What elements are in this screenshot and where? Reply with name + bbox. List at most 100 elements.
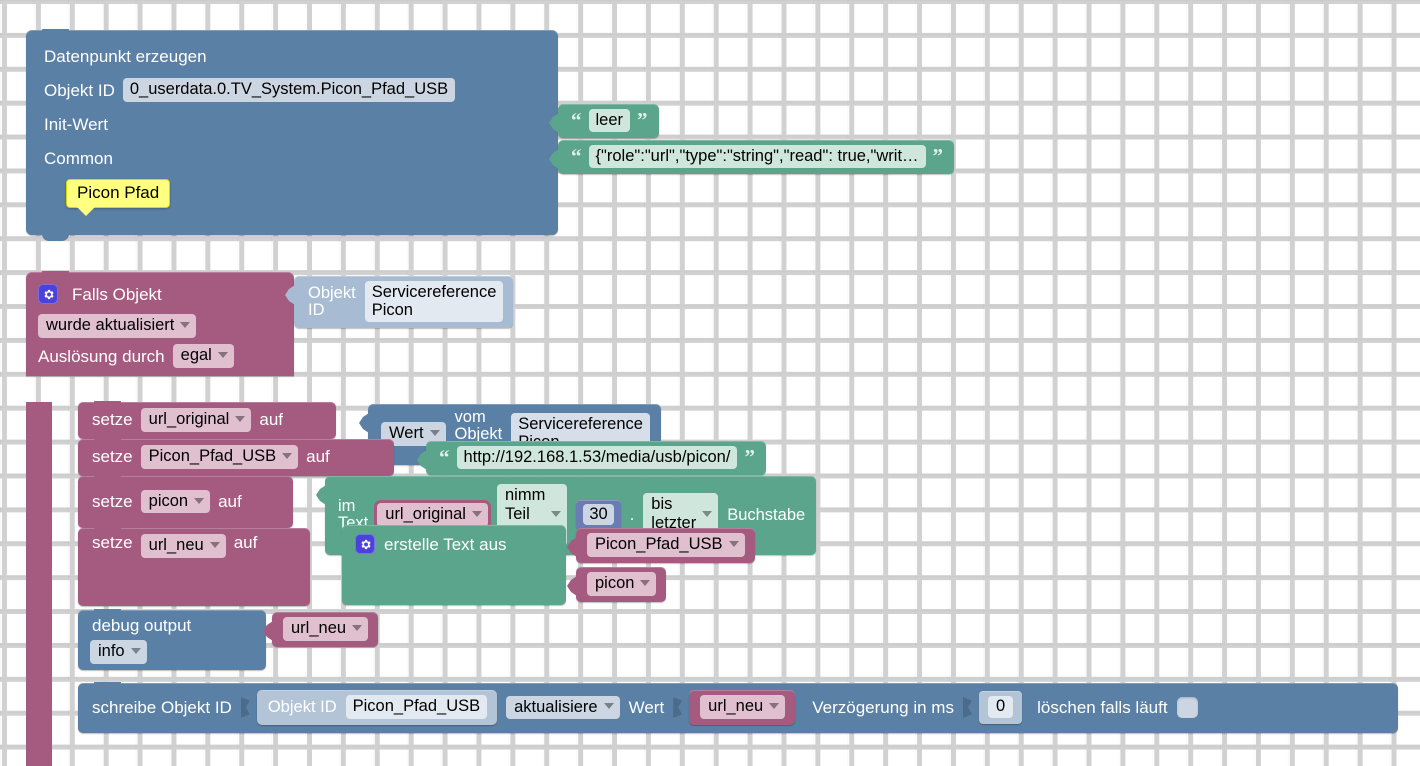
objekt-id-field[interactable]: Servicereference Picon (364, 281, 504, 323)
block-body[interactable]: url_neu (272, 612, 379, 647)
block-number[interactable]: 30 (576, 499, 621, 531)
statement-setze-picon-pfad-usb[interactable]: setze Picon_Pfad_USB auf “ http://192.16… (78, 438, 766, 476)
block-body[interactable]: “ leer ” (558, 104, 659, 139)
block-number-delay[interactable]: 0 (978, 691, 1023, 724)
statement-debug-output[interactable]: debug output info url_neu (78, 609, 379, 670)
chevron-down-icon (702, 510, 713, 517)
blockly-workspace[interactable]: Datenpunkt erzeugen Objekt ID 0_userdata… (0, 0, 1420, 766)
delay-label: Verzögerung in ms (812, 697, 954, 717)
severity-dropdown[interactable]: info (90, 640, 147, 664)
block-text-join[interactable]: erstelle Text aus Picon_Pfad_USB picon (342, 525, 755, 605)
row-title[interactable]: Falls Objekt (26, 272, 294, 308)
separator-label: . (629, 505, 635, 524)
variable-dropdown[interactable]: Picon_Pfad_USB (140, 445, 299, 469)
statement-setze-picon[interactable]: setze picon auf im Text url_original nim… (78, 475, 817, 555)
value-socket (962, 696, 972, 718)
common-label: Common (44, 148, 113, 168)
row-cause[interactable]: Auslösung durch egal (26, 342, 294, 376)
block-body[interactable]: setze Picon_Pfad_USB auf (78, 438, 394, 476)
objekt-id-field[interactable]: 0_userdata.0.TV_System.Picon_Pfad_USB (122, 78, 456, 102)
row-title: Datenpunkt erzeugen (26, 39, 558, 73)
row-severity[interactable]: info (78, 634, 266, 664)
statement-schreibe-objekt-id[interactable]: schreibe Objekt ID Objekt ID Picon_Pfad_… (78, 682, 1398, 733)
quote-close-icon: ” (932, 144, 944, 169)
variable-dropdown[interactable]: url_neu (140, 534, 226, 558)
objekt-id-field[interactable]: Picon_Pfad_USB (345, 695, 488, 719)
chevron-down-icon (235, 415, 246, 422)
block-body[interactable]: Picon_Pfad_USB (576, 528, 755, 563)
chevron-down-icon (429, 429, 440, 436)
variable-name: url_original (148, 410, 230, 428)
gear-icon[interactable] (355, 534, 375, 554)
buchstabe-label: Buchstabe (727, 505, 806, 524)
block-body[interactable]: schreibe Objekt ID Objekt ID Picon_Pfad_… (78, 682, 1398, 733)
block-variable-join-item-0[interactable]: Picon_Pfad_USB (576, 528, 755, 563)
block-body[interactable]: “ http://192.168.1.53/media/usb/picon/ ” (426, 441, 766, 476)
block-text-url[interactable]: “ http://192.168.1.53/media/usb/picon/ ” (426, 441, 766, 476)
write-mode-dropdown[interactable]: aktualisiere (506, 695, 620, 720)
cause-dropdown[interactable]: egal (172, 344, 234, 368)
wert-label: Wert (628, 697, 665, 717)
variable-dropdown[interactable]: picon (140, 489, 211, 514)
variable-dropdown[interactable]: url_neu (283, 617, 369, 641)
chevron-down-icon (194, 497, 205, 504)
quote-open-icon: “ (439, 445, 450, 470)
block-text-common[interactable]: “ {"role":"url","type":"string","read": … (558, 140, 955, 175)
source-variable-name: url_original (385, 504, 466, 523)
text-field[interactable]: {"role":"url","type":"string","read": tr… (588, 145, 926, 169)
clear-if-running-checkbox[interactable] (1176, 696, 1198, 718)
block-body[interactable]: debug output info (78, 609, 266, 670)
block-title: Falls Objekt (72, 284, 162, 304)
row-objekt-id[interactable]: Objekt ID 0_userdata.0.TV_System.Picon_P… (26, 73, 558, 107)
delay-field[interactable]: 0 (987, 696, 1014, 718)
block-falls-objekt[interactable]: Falls Objekt wurde aktualisiert Auslösun… (26, 271, 1398, 766)
text-field[interactable]: leer (588, 109, 631, 133)
number-field[interactable]: 30 (583, 503, 614, 526)
block-body[interactable]: erstelle Text aus (342, 525, 566, 605)
quote-close-icon: ” (637, 108, 648, 133)
block-foot (26, 213, 558, 241)
chevron-down-icon (640, 579, 651, 586)
objekt-id-label: Objekt ID (308, 284, 356, 319)
write-mode-value: aktualisiere (514, 697, 598, 716)
block-body[interactable]: setze url_neu auf (78, 527, 310, 606)
variable-dropdown[interactable]: Picon_Pfad_USB (587, 533, 745, 557)
chevron-down-icon (217, 352, 228, 358)
block-header[interactable]: Falls Objekt wurde aktualisiert Auslösun… (26, 271, 294, 376)
block-top-bump (94, 438, 121, 445)
variable-name: Picon_Pfad_USB (148, 447, 277, 465)
variable-dropdown[interactable]: url_original (140, 408, 252, 432)
auf-label: auf (306, 447, 330, 467)
gear-icon[interactable] (38, 284, 58, 304)
block-variable-join-item-1[interactable]: picon (576, 567, 667, 602)
block-body[interactable]: setze picon auf (78, 475, 293, 528)
statement-setze-url-original[interactable]: setze url_original auf Wert vom Objekt I… (78, 401, 661, 465)
setze-label: setze (92, 410, 133, 430)
chevron-down-icon (209, 541, 220, 548)
block-objekt-id-shadow[interactable]: Objekt ID Servicereference Picon (294, 276, 514, 329)
block-body[interactable]: picon (576, 567, 667, 602)
setze-label: setze (92, 533, 133, 552)
block-variable-wert[interactable]: url_neu (689, 690, 796, 725)
block-text-init-wert[interactable]: “ leer ” (558, 104, 659, 139)
variable-name: url_neu (708, 697, 764, 715)
c-block-spine (26, 402, 52, 766)
comment-bubble-picon-pfad[interactable]: Picon Pfad (66, 179, 171, 216)
block-body[interactable]: “ {"role":"url","type":"string","read": … (558, 140, 955, 175)
block-top-bump (94, 527, 121, 534)
source-variable-dropdown[interactable]: url_original (377, 502, 488, 527)
text-field[interactable]: http://192.168.1.53/media/usb/picon/ (456, 446, 738, 470)
row-trigger-mode[interactable]: wurde aktualisiert (26, 308, 294, 342)
statement-setze-url-neu[interactable]: setze url_neu auf erstelle Text aus Pico… (78, 525, 755, 606)
block-variable-debug[interactable]: url_neu (272, 612, 379, 647)
auf-label: auf (233, 533, 258, 552)
variable-dropdown[interactable]: picon (587, 572, 657, 596)
trigger-mode-dropdown[interactable]: wurde aktualisiert (38, 314, 197, 338)
row-join-header[interactable]: erstelle Text aus (342, 525, 566, 554)
objekt-id-label: Objekt ID (44, 80, 115, 100)
block-body[interactable]: setze url_original auf (78, 401, 336, 439)
block-body[interactable]: Objekt ID Servicereference Picon (294, 276, 514, 329)
cause-value: egal (180, 346, 212, 365)
variable-dropdown[interactable]: url_neu (700, 695, 786, 719)
block-objekt-id-shadow[interactable]: Objekt ID Picon_Pfad_USB (256, 690, 498, 725)
